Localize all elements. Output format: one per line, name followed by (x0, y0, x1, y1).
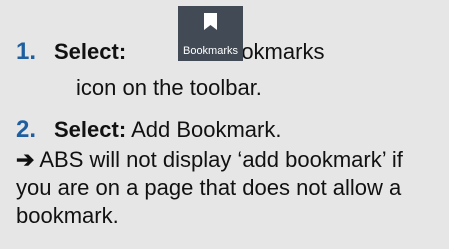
arrow-right-icon: ➔ (16, 147, 35, 172)
step-1: 1. Select: Bookmarks (16, 38, 324, 66)
instruction-panel: 1. Select: Bookmarks Bookmarks icon on th… (0, 0, 449, 249)
bookmarks-toolbar-button[interactable]: Bookmarks (178, 6, 243, 61)
step-2-text: Add Bookmark. (131, 117, 282, 142)
step-2: 2. Select: Add Bookmark. (16, 116, 281, 144)
step-2-action: Select: (54, 117, 127, 142)
step-2-number: 2. (16, 116, 37, 143)
step-1-action: Select: (54, 39, 127, 64)
step-1-number: 1. (16, 38, 37, 65)
bookmark-icon (204, 13, 217, 30)
bookmarks-button-label: Bookmarks (182, 45, 239, 57)
note: ➔ ABS will not display ‘add bookmark’ if… (16, 146, 436, 230)
note-text: ABS will not display ‘add bookmark’ if y… (16, 147, 403, 228)
step-1-line-2: icon on the toolbar. (76, 75, 262, 100)
